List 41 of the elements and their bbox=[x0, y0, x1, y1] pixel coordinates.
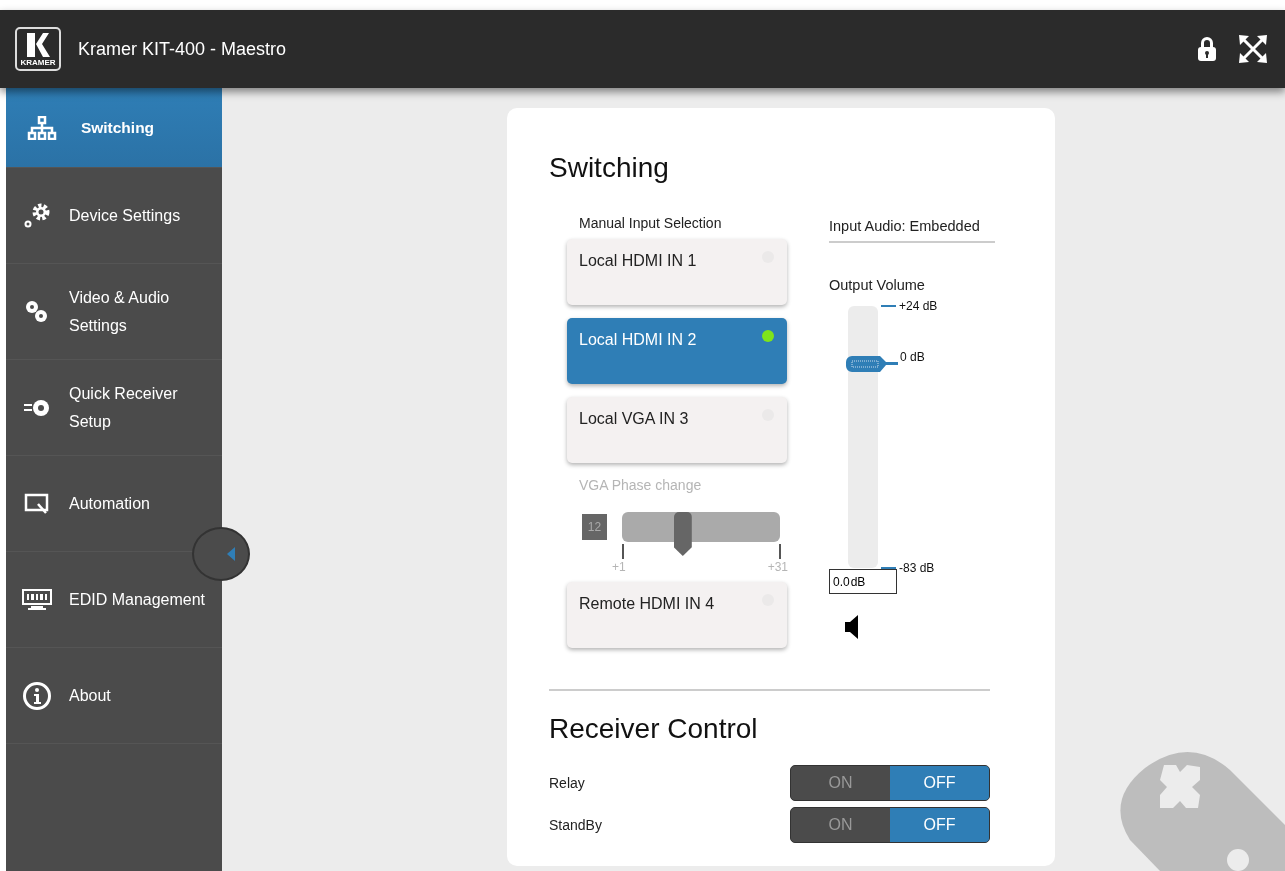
input-button[interactable]: Local HDMI IN 2 bbox=[567, 318, 787, 384]
section-title: Switching bbox=[549, 151, 670, 185]
sitemap-icon bbox=[26, 115, 57, 140]
section-title: Receiver Control bbox=[549, 712, 759, 746]
max-label: +31 bbox=[767, 560, 788, 574]
selection-label: Manual Input Selection bbox=[579, 214, 723, 232]
logo-icon: KRAMER bbox=[15, 27, 61, 71]
tick-mark bbox=[622, 544, 624, 559]
tick-label: -83 dB bbox=[899, 561, 935, 575]
volume-field[interactable]: 0.0dB bbox=[829, 569, 897, 594]
caret-icon bbox=[226, 546, 236, 562]
app-title: Kramer KIT-400 - Maestro bbox=[78, 38, 288, 60]
tick-label: 0 dB bbox=[900, 349, 925, 364]
screen-pointer-icon bbox=[24, 491, 50, 516]
phase-slider[interactable] bbox=[622, 512, 780, 556]
control-label: StandBy bbox=[549, 817, 602, 833]
lock-icon[interactable] bbox=[1197, 36, 1217, 62]
binary-monitor-icon bbox=[22, 588, 52, 611]
volume-label: Output Volume bbox=[829, 276, 926, 294]
input-audio-label: Input Audio: Embedded bbox=[829, 214, 995, 243]
min-label: +1 bbox=[612, 560, 626, 574]
gears-icon bbox=[24, 298, 50, 325]
control-label: Relay bbox=[549, 775, 585, 791]
phase-label: VGA Phase change bbox=[579, 476, 703, 494]
fullscreen-icon[interactable] bbox=[1239, 35, 1267, 63]
input-button[interactable]: Remote HDMI IN 4 bbox=[567, 582, 787, 648]
info-icon bbox=[22, 680, 52, 711]
sidebar-item[interactable]: Switching bbox=[6, 88, 222, 168]
tick-mark bbox=[779, 544, 781, 559]
phase-value: 12 bbox=[582, 514, 607, 540]
speaker-icon[interactable] bbox=[845, 614, 859, 640]
on-off-toggle[interactable]: ON OFF bbox=[790, 765, 990, 801]
input-button[interactable]: Local HDMI IN 1 bbox=[567, 239, 787, 305]
tick-label: +24 dB bbox=[899, 299, 938, 313]
tick-mark bbox=[881, 305, 896, 307]
slider-thumb[interactable] bbox=[846, 355, 898, 372]
gears-icon bbox=[22, 201, 52, 230]
on-off-toggle[interactable]: ON OFF bbox=[790, 807, 990, 843]
tick-mark bbox=[881, 567, 896, 569]
input-button[interactable]: Local VGA IN 3 bbox=[567, 397, 787, 463]
collapse-sidebar-button[interactable] bbox=[192, 527, 250, 581]
